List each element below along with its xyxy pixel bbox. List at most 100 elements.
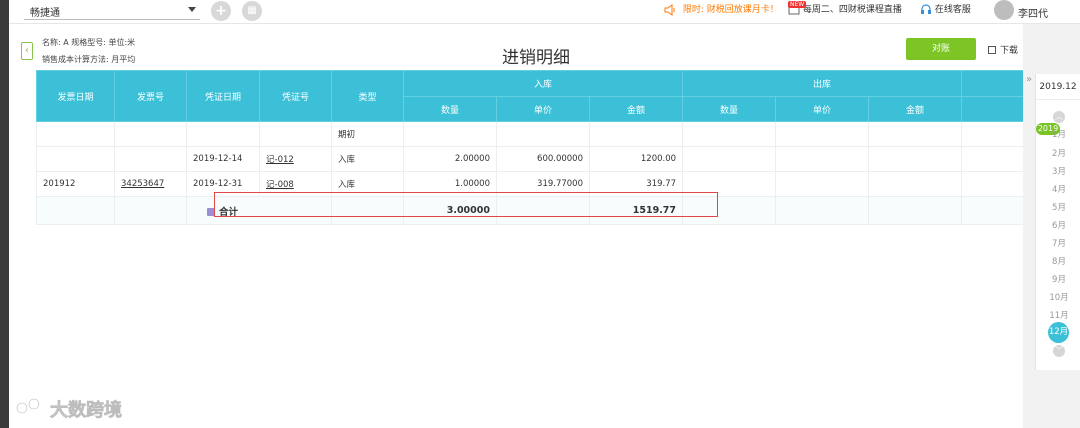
reconcile-button[interactable]: 对账 xyxy=(906,38,976,60)
invoice-link[interactable]: 34253647 xyxy=(121,179,164,189)
month-11[interactable]: 11月 xyxy=(1036,309,1080,321)
svg-text:大数跨境: 大数跨境 xyxy=(50,399,122,420)
col-in-amount: 金额 xyxy=(588,96,684,122)
online-service-link[interactable]: 在线客服 xyxy=(920,2,971,15)
table-row: 2019-12-14 记-012 入库 2.00000 600.00000 12… xyxy=(36,146,1023,172)
current-period: 2019.12 xyxy=(1036,74,1080,100)
cell-invoice-date xyxy=(36,146,115,172)
col-bal-qty: 数量 xyxy=(961,96,1023,122)
total-label: 合计 xyxy=(219,206,239,218)
month-5[interactable]: 5月 xyxy=(1036,201,1080,213)
add-icon[interactable]: + xyxy=(211,1,231,21)
col-invoice-no: 发票号 xyxy=(114,70,187,122)
month-6[interactable]: 6月 xyxy=(1036,219,1080,231)
cell-bal-qty: 3. xyxy=(961,171,1023,197)
month-7[interactable]: 7月 xyxy=(1036,237,1080,249)
new-badge: NEW xyxy=(788,1,807,8)
cell-invoice-no xyxy=(114,146,187,172)
cell-voucher-date xyxy=(186,121,260,147)
apps-grid-icon[interactable]: ▦ xyxy=(242,1,262,21)
month-8[interactable]: 8月 xyxy=(1036,255,1080,267)
cell-in-qty: 1.00000 xyxy=(403,171,497,197)
cell-type: 入库 xyxy=(331,171,404,197)
chevron-down-icon[interactable]: ﹀ xyxy=(1053,345,1065,357)
cell-invoice-date: 201912 xyxy=(36,171,115,197)
content-panel: ‹ 名称: A 规格型号: 单位:米 销售成本计算方法: 月平均 进销明细 对账… xyxy=(9,24,1023,428)
cell-invoice-no[interactable]: 34253647 xyxy=(114,171,187,197)
cell-in-amount: 319.77 xyxy=(588,171,684,197)
cell-out-price xyxy=(775,146,870,172)
total-label-cell: 合计 xyxy=(186,196,332,225)
month-10[interactable]: 10月 xyxy=(1036,291,1080,303)
collapse-sidebar-icon[interactable]: » xyxy=(1023,74,1035,88)
col-group-outbound: 出库 xyxy=(682,70,963,97)
col-type: 类型 xyxy=(331,70,404,122)
download-icon xyxy=(988,46,996,54)
cell-invoice-no xyxy=(114,121,187,147)
avatar xyxy=(994,0,1014,20)
cell-voucher-no xyxy=(259,121,332,147)
col-out-amount: 金额 xyxy=(868,96,963,122)
col-voucher-no: 凭证号 xyxy=(259,70,332,122)
month-9[interactable]: 9月 xyxy=(1036,273,1080,285)
watermark-logo: 大数跨境 xyxy=(16,398,122,420)
download-button[interactable]: 下载 xyxy=(988,43,1018,56)
table-row: 期初 xyxy=(36,121,1023,147)
cell-bal-qty xyxy=(961,121,1023,147)
cell-out-amount xyxy=(868,121,963,147)
voucher-link[interactable]: 记-008 xyxy=(266,180,294,190)
month-3[interactable]: 3月 xyxy=(1036,165,1080,177)
cell-voucher-no[interactable]: 记-012 xyxy=(259,146,332,172)
cell-out-price xyxy=(775,121,870,147)
period-sidebar: 2019.12 ︿ 2019 1月 2月 3月 4月 5月 6月 7月 8月 9… xyxy=(1035,74,1080,370)
download-label: 下载 xyxy=(1000,46,1019,56)
col-in-price: 单价 xyxy=(496,96,590,122)
company-select[interactable]: 畅捷通 xyxy=(24,2,200,20)
month-1[interactable]: 1月 xyxy=(1036,128,1080,140)
cell-type: 入库 xyxy=(331,146,404,172)
top-bar: 畅捷通 + ▦ 限时: 财税回放课月卡！ NEW 每周二、四财税课程直播 在线客… xyxy=(0,0,1080,24)
course-live-link[interactable]: NEW 每周二、四财税课程直播 xyxy=(788,1,902,15)
month-2[interactable]: 2月 xyxy=(1036,147,1080,159)
cell-voucher-date: 2019-12-14 xyxy=(186,146,260,172)
cell-out-amount xyxy=(868,146,963,172)
cell-in-amount: 1200.00 xyxy=(588,146,684,172)
month-12-active[interactable]: 12月 xyxy=(1048,322,1069,343)
cell-bal-qty: 2. xyxy=(961,146,1023,172)
voucher-link[interactable]: 记-012 xyxy=(266,155,294,165)
promo-text: 限时: 财税回放课月卡！ xyxy=(682,5,779,15)
cell-in-price xyxy=(496,121,590,147)
cell-out-qty xyxy=(682,171,777,197)
total-row: 合计 3.00000 1519.77 xyxy=(36,196,1023,225)
cell-out-price xyxy=(775,171,870,197)
total-in-qty: 3.00000 xyxy=(403,196,497,225)
left-edge-strip xyxy=(0,0,9,428)
month-4[interactable]: 4月 xyxy=(1036,183,1080,195)
col-out-qty: 数量 xyxy=(682,96,777,122)
col-voucher-date: 凭证日期 xyxy=(186,70,260,122)
col-group-inbound: 入库 xyxy=(402,70,684,97)
promo-link[interactable]: 限时: 财税回放课月卡！ xyxy=(664,2,779,16)
cell-in-price: 319.77000 xyxy=(496,171,590,197)
course-text: 每周二、四财税课程直播 xyxy=(802,5,902,15)
cell-voucher-no[interactable]: 记-008 xyxy=(259,171,332,197)
cell-in-amount xyxy=(588,121,684,147)
col-in-qty: 数量 xyxy=(403,96,497,122)
col-group-balance xyxy=(961,70,1023,97)
cell-type: 期初 xyxy=(331,121,404,147)
cell-in-qty: 2.00000 xyxy=(403,146,497,172)
page-title: 进销明细 xyxy=(502,48,570,68)
cell-out-qty xyxy=(682,121,777,147)
chevron-up-icon[interactable]: ︿ xyxy=(1053,111,1065,123)
detail-table: 发票日期 发票号 凭证日期 凭证号 类型 入库 出库 数量 单价 金额 数量 单… xyxy=(36,70,1023,226)
cell-invoice-date xyxy=(36,121,115,147)
company-name: 畅捷通 xyxy=(30,8,60,19)
cell-out-qty xyxy=(682,146,777,172)
cell-in-qty xyxy=(403,121,497,147)
col-invoice-date: 发票日期 xyxy=(36,70,115,122)
user-name: 李四代 xyxy=(1018,9,1048,20)
cell-voucher-date: 2019-12-31 xyxy=(186,171,260,197)
table-row: 201912 34253647 2019-12-31 记-008 入库 1.00… xyxy=(36,171,1023,197)
service-text: 在线客服 xyxy=(934,5,971,15)
col-out-price: 单价 xyxy=(775,96,870,122)
